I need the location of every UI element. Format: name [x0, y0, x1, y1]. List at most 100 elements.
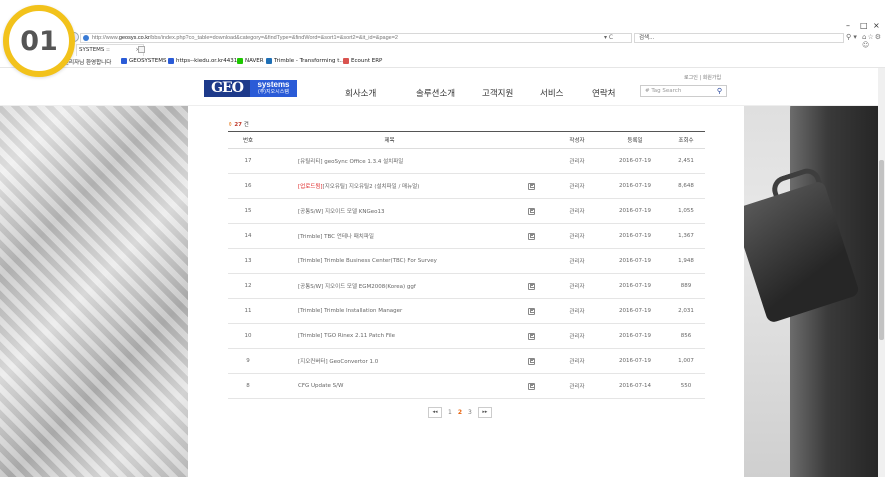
row-views: 550 — [667, 373, 705, 399]
fav-item-welcome[interactable]: 관리자님 환영합니다 — [64, 58, 111, 66]
row-views: 1,007 — [667, 348, 705, 374]
browser-search-input[interactable]: 검색... — [634, 33, 844, 43]
table-row[interactable]: 10 [Trimble] TGO Rinex 2.11 Patch File 관리자… — [228, 323, 705, 349]
site-logo[interactable]: GEO systems (주)지오시스템 — [204, 80, 297, 97]
row-file-cell — [511, 323, 551, 349]
row-file-cell — [511, 273, 551, 299]
refresh-icon[interactable]: ▾ C — [604, 34, 613, 41]
row-views: 2,031 — [667, 298, 705, 324]
address-row: http://www.geosys.co.kr/bbs/index.php?co… — [0, 32, 885, 49]
table-row[interactable]: 9 [지오컨버터] GeoConvertor 1.0 관리자 2016-07-19 1,… — [228, 348, 705, 374]
row-title-link[interactable]: [공통S/W] 지오이드 모델 KNGeo13 — [298, 209, 385, 215]
row-title-link[interactable]: [유틸리티] geoSync Office 1.3.4 설치파일 — [298, 159, 403, 165]
row-number: 15 — [228, 198, 268, 224]
join-link[interactable]: 회원가입 — [703, 75, 721, 81]
row-title-link[interactable]: CFG Update S/W — [298, 383, 343, 389]
floppy-disk-icon[interactable] — [527, 207, 535, 215]
prev-page-button[interactable]: ◂◂ — [428, 407, 442, 418]
floppy-disk-icon[interactable] — [527, 382, 535, 390]
ie-icon — [168, 58, 174, 64]
row-number: 10 — [228, 323, 268, 349]
table-row[interactable]: 14 [Trimble] TBC 언테나 패치파일 관리자 2016-07-19 1,3… — [228, 223, 705, 249]
minimize-button[interactable]: – — [846, 21, 850, 30]
floppy-disk-icon[interactable] — [527, 307, 535, 315]
fav-item-geosystems[interactable]: GEOSYSTEMS — [121, 58, 166, 64]
col-author: 작성자 — [551, 131, 603, 149]
row-views: 889 — [667, 273, 705, 299]
row-file-cell — [511, 223, 551, 249]
util-separator: | — [699, 75, 702, 81]
row-date: 2016-07-19 — [603, 223, 667, 249]
row-file-cell — [511, 248, 551, 274]
table-row[interactable]: 13 [Trimble] Trimble Business Center(TBC)… — [228, 248, 705, 274]
row-author: 관리자 — [551, 223, 603, 249]
row-title-cell[interactable]: [공통S/W] 지오이드 모델 EGM2008(Korea) ggf — [268, 273, 511, 299]
row-title-cell[interactable]: [유틸리티] geoSync Office 1.3.4 설치파일 — [268, 148, 511, 174]
row-author: 관리자 — [551, 373, 603, 399]
page-link-1[interactable]: 1 — [448, 409, 452, 416]
count-value: 27 — [234, 122, 243, 128]
scrollbar-thumb[interactable] — [879, 160, 884, 340]
uploaded-badge: [업로드됨] — [298, 184, 323, 190]
url-domain: geosys.co.kr — [118, 35, 150, 41]
row-title-cell[interactable]: CFG Update S/W — [268, 373, 511, 399]
trimble-icon — [266, 58, 272, 64]
row-title-link[interactable]: [Trimble] TGO Rinex 2.11 Patch File — [298, 333, 395, 339]
nav-services[interactable]: 서비스 — [540, 87, 563, 99]
floppy-disk-icon[interactable] — [527, 357, 535, 365]
browser-chrome: http://www.geosys.co.kr/bbs/index.php?co… — [0, 0, 885, 68]
col-title: 제목 — [268, 131, 511, 149]
table-row[interactable]: 11 [Trimble] Trimble Installation Manager… — [228, 298, 705, 324]
fav-label: https--kiedu.or.kr4431- — [176, 58, 240, 64]
row-title-link[interactable]: [Trimble] Trimble Installation Manager — [298, 308, 402, 314]
nav-contact[interactable]: 연락처 — [592, 87, 615, 99]
row-title-link[interactable]: [지오컨버터] GeoConvertor 1.0 — [298, 359, 378, 365]
url-prefix: http://www. — [92, 35, 119, 41]
tag-search-input[interactable]: # Tag Search ⚲ — [640, 85, 727, 97]
page-link-2[interactable]: 2 — [458, 409, 462, 416]
table-row[interactable]: 17 [유틸리티] geoSync Office 1.3.4 설치파일 관리자 201… — [228, 148, 705, 174]
nav-company[interactable]: 회사소개 — [345, 87, 376, 99]
close-window-button[interactable]: × — [873, 21, 880, 30]
row-title-link[interactable]: [공통S/W] 지오이드 모델 EGM2008(Korea) ggf — [298, 284, 416, 290]
row-title-cell[interactable]: [Trimble] TGO Rinex 2.11 Patch File — [268, 323, 511, 349]
floppy-disk-icon[interactable] — [527, 332, 535, 340]
tab-geosystems[interactable]: SYSTEMS :: × — [76, 44, 144, 56]
login-link[interactable]: 로그인 — [684, 75, 698, 81]
row-title-link[interactable]: [Trimble] Trimble Business Center(TBC) F… — [298, 258, 437, 264]
floppy-disk-icon[interactable] — [527, 232, 535, 240]
floppy-disk-icon[interactable] — [527, 182, 535, 190]
row-title-cell[interactable]: [업로드됨][지오유틸] 지오유틸2 (설치파일 / 매뉴얼) — [268, 173, 511, 199]
row-author: 관리자 — [551, 173, 603, 199]
fav-item-kiedu[interactable]: https--kiedu.or.kr4431- — [168, 58, 239, 64]
col-date: 등록일 — [603, 131, 667, 149]
row-title-cell[interactable]: [공통S/W] 지오이드 모델 KNGeo13 — [268, 198, 511, 224]
util-links: 로그인 | 회원가입 — [684, 74, 721, 81]
globe-icon — [83, 35, 89, 41]
maximize-button[interactable]: □ — [860, 21, 868, 30]
nav-solutions[interactable]: 솔루션소개 — [416, 87, 455, 99]
table-row[interactable]: 8 CFG Update S/W 관리자 2016-07-14 550 — [228, 373, 705, 399]
row-views: 1,367 — [667, 223, 705, 249]
table-row[interactable]: 15 [공통S/W] 지오이드 모델 KNGeo13 관리자 2016-07-19 1,… — [228, 198, 705, 224]
new-tab-button[interactable] — [138, 46, 145, 53]
search-dropdown-icon[interactable]: ⚲ ▾ — [846, 33, 857, 41]
search-icon[interactable]: ⚲ — [717, 86, 722, 96]
fav-item-ecount[interactable]: Ecount ERP — [343, 58, 382, 64]
row-title-link[interactable]: [Trimble] TBC 언테나 패치파일 — [298, 234, 374, 240]
table-row[interactable]: 16 [업로드됨][지오유틸] 지오유틸2 (설치파일 / 매뉴얼) 관리자 2016… — [228, 173, 705, 199]
page-link-3[interactable]: 3 — [468, 409, 472, 416]
ecount-icon — [343, 58, 349, 64]
row-title-cell[interactable]: [지오컨버터] GeoConvertor 1.0 — [268, 348, 511, 374]
row-title-cell[interactable]: [Trimble] Trimble Installation Manager — [268, 298, 511, 324]
row-title-link[interactable]: [지오유틸] 지오유틸2 (설치파일 / 매뉴얼) — [323, 184, 420, 190]
fav-item-trimble[interactable]: Trimble - Transforming t... — [266, 58, 345, 64]
floppy-disk-icon[interactable] — [527, 282, 535, 290]
row-title-cell[interactable]: [Trimble] TBC 언테나 패치파일 — [268, 223, 511, 249]
row-title-cell[interactable]: [Trimble] Trimble Business Center(TBC) F… — [268, 248, 511, 274]
fav-item-naver[interactable]: NAVER — [237, 58, 264, 64]
table-row[interactable]: 12 [공통S/W] 지오이드 모델 EGM2008(Korea) ggf 관리자 2… — [228, 273, 705, 299]
nav-support[interactable]: 고객지원 — [482, 87, 513, 99]
next-page-button[interactable]: ▸▸ — [477, 407, 492, 418]
address-bar[interactable]: http://www.geosys.co.kr/bbs/index.php?co… — [80, 33, 632, 43]
